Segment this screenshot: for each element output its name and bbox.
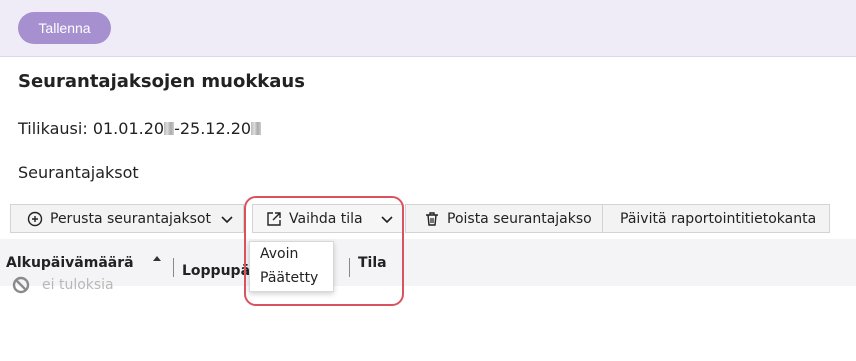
save-button[interactable]: Tallenna [18, 12, 111, 44]
menu-item-closed[interactable]: Päätetty [250, 266, 333, 290]
section-title: Seurantajaksot [18, 163, 139, 182]
no-entry-icon [12, 276, 30, 294]
column-divider[interactable] [349, 258, 350, 277]
delete-period-button[interactable]: Poista seurantajakso [405, 204, 603, 233]
empty-results-text: ei tuloksia [42, 277, 114, 293]
fiscal-period-end: -25.12.20 [174, 119, 252, 138]
column-divider[interactable] [173, 258, 174, 277]
generate-periods-label: Perusta seurantajaksot [50, 210, 211, 227]
column-header-state[interactable]: Tila [358, 255, 387, 271]
change-state-button[interactable]: Vaihda tila [252, 204, 404, 233]
redacted-digits [251, 122, 262, 135]
sort-ascending-icon[interactable] [153, 256, 161, 261]
update-reporting-db-button[interactable]: Päivitä raportointitietokanta [602, 204, 830, 233]
menu-item-open[interactable]: Avoin [250, 242, 333, 266]
page: Tallenna Seurantajaksojen muokkaus Tilik… [0, 0, 856, 361]
chevron-down-icon[interactable] [219, 211, 235, 227]
fiscal-period-label: Tilikausi: [18, 119, 88, 138]
generate-periods-button[interactable]: Perusta seurantajaksot [10, 204, 244, 233]
redacted-digits [164, 122, 175, 135]
fiscal-period-start: 01.01.20 [92, 119, 165, 138]
column-header-start-date[interactable]: Alkupäivämäärä [6, 255, 134, 271]
update-reporting-db-label: Päivitä raportointitietokanta [620, 210, 817, 227]
state-dropdown-menu: Avoin Päätetty [249, 241, 334, 292]
empty-results: ei tuloksia [12, 276, 114, 294]
change-state-label: Vaihda tila [289, 210, 363, 227]
delete-period-label: Poista seurantajakso [447, 210, 592, 227]
add-circle-icon [26, 210, 44, 228]
page-title: Seurantajaksojen muokkaus [18, 71, 305, 92]
trash-icon [423, 210, 441, 228]
top-bar: Tallenna [0, 0, 856, 57]
chevron-down-icon[interactable] [379, 211, 395, 227]
column-header-end-date[interactable]: Loppupäivämäärä [182, 263, 252, 279]
external-link-icon [265, 210, 283, 228]
fiscal-period: Tilikausi: 01.01.20 -25.12.20 [18, 119, 262, 138]
grid-header: Alkupäivämäärä Loppupäivämäärä Tila [0, 239, 856, 286]
